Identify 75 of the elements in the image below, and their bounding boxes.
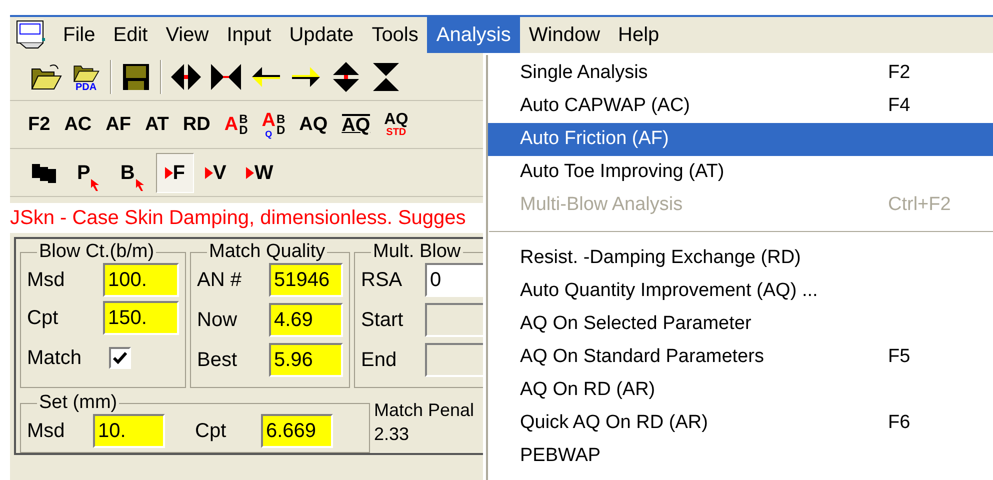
value-field[interactable]: 10.: [93, 414, 165, 448]
field-label: End: [361, 348, 398, 373]
toolbar-button[interactable]: AC: [58, 104, 98, 144]
shortcut-text: F6: [888, 411, 910, 436]
field-label: Now: [197, 308, 238, 333]
field-label: Msd: [27, 268, 65, 293]
match-penalty-label: Match Penal: [374, 399, 474, 422]
menu-item[interactable]: Tools: [362, 17, 428, 53]
menu-item[interactable]: Analysis: [427, 17, 520, 53]
menu-option[interactable]: Auto Friction (AF): [488, 123, 993, 156]
toolbar-button[interactable]: B: [111, 152, 154, 192]
toolbar-button[interactable]: AT: [138, 104, 175, 144]
value-field[interactable]: 150.: [103, 301, 179, 335]
folder-icon: [30, 62, 62, 90]
match-penalty-value: 2.33: [374, 423, 410, 446]
menu-item[interactable]: Edit: [104, 17, 157, 53]
play-icon: [205, 166, 214, 178]
group-title: Set (mm): [38, 392, 118, 414]
toolbar-button[interactable]: AF: [100, 104, 137, 144]
menu-item[interactable]: View: [156, 17, 218, 53]
field-label: AN #: [197, 268, 242, 293]
toolbar-button[interactable]: W: [237, 152, 282, 192]
menu-option[interactable]: Resist. -Damping Exchange (RD): [488, 242, 993, 275]
play-icon: [246, 166, 254, 178]
menu-item[interactable]: File: [54, 17, 104, 53]
menu-item[interactable]: Window: [520, 17, 610, 53]
input-field[interactable]: 0: [425, 263, 483, 297]
toolbar-button[interactable]: AQ: [293, 104, 334, 144]
pointer-icon: [90, 178, 100, 192]
menu-option[interactable]: PEBWAP: [488, 440, 993, 473]
shortcut-text: F2: [888, 61, 910, 86]
pointer-icon: [134, 178, 145, 192]
hint-text: JSkn - Case Skin Damping, dimensionless. Sugges: [10, 203, 483, 233]
shortcut-text: Ctrl+F2: [888, 193, 951, 218]
field-label: RSA: [361, 268, 404, 293]
checkmark-icon: [113, 352, 128, 364]
open-pda-button[interactable]: PDA: [66, 56, 106, 96]
value-field[interactable]: 51946: [269, 263, 343, 297]
stacked-blocks-icon: [31, 162, 57, 184]
value-field[interactable]: 5.96: [269, 343, 343, 377]
menu-item[interactable]: Update: [280, 17, 363, 53]
app-logo-icon: [16, 20, 48, 50]
menu-option[interactable]: Quick AQ On RD (AR) F6: [488, 407, 993, 440]
field-label: Start: [361, 308, 404, 333]
toolbar-button[interactable]: AQ STD: [378, 104, 414, 144]
menu-option[interactable]: Single Analysis F2: [488, 57, 993, 90]
menu-option[interactable]: Auto Toe Improving (AT): [488, 156, 993, 189]
group-title: Mult. Blow: [372, 241, 462, 263]
value-field[interactable]: 6.669: [261, 414, 333, 448]
shortcut-text: F5: [888, 345, 910, 370]
menu-item[interactable]: Input: [218, 17, 280, 53]
toolbar-button[interactable]: AQ: [336, 104, 376, 144]
menu-item[interactable]: Help: [609, 17, 668, 53]
field-label: Cpt: [195, 419, 228, 444]
value-field[interactable]: 100.: [103, 263, 179, 297]
toolbar-button[interactable]: P: [68, 152, 110, 192]
play-icon: [164, 166, 173, 178]
shortcut-text: F4: [888, 94, 910, 118]
group-title: Match Quality: [208, 241, 326, 263]
group-title: Blow Ct.(b/m): [38, 241, 156, 263]
menu-option[interactable]: Auto Quantity Improvement (AQ) ...: [488, 275, 993, 308]
menu-option[interactable]: AQ On Standard Parameters F5: [488, 341, 993, 374]
checkbox[interactable]: [109, 347, 132, 369]
menu-option[interactable]: Auto CAPWAP (AC) F4: [488, 90, 993, 123]
menu-option[interactable]: AQ On RD (AR): [488, 374, 993, 407]
field-label: Msd: [27, 419, 66, 444]
toolbar-button[interactable]: F2: [22, 104, 56, 144]
toolbar-button[interactable]: RD: [176, 104, 216, 144]
toolbar-button[interactable]: F: [156, 152, 194, 192]
value-field[interactable]: 4.69: [269, 303, 343, 337]
menu-option[interactable]: AQ On Selected Parameter: [488, 308, 993, 341]
field-label: Match: [27, 346, 82, 371]
field-label: Cpt: [27, 306, 58, 331]
field-label: Best: [197, 348, 238, 373]
toolbar-button[interactable]: V: [196, 152, 236, 192]
